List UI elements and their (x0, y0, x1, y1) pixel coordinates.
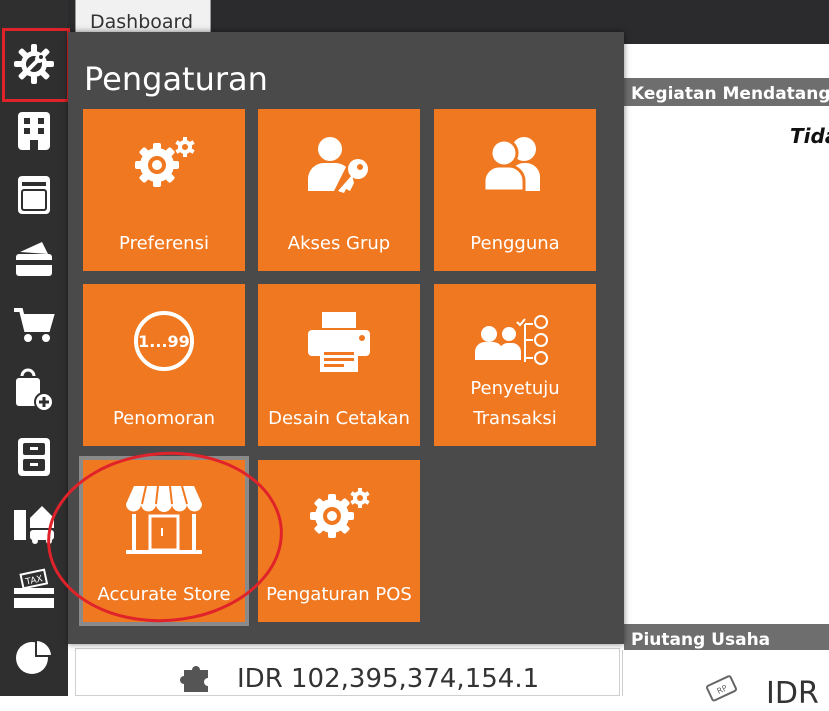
upcoming-activities-text: Tida (790, 124, 829, 148)
tile-pengguna[interactable]: Pengguna (434, 109, 596, 271)
tile-desain-cetakan[interactable]: Desain Cetakan (258, 284, 420, 446)
tile-penyetuju-transaksi[interactable]: Penyetuju Transaksi (434, 284, 596, 446)
printer-icon (258, 308, 420, 374)
selected-indicator (2, 28, 70, 102)
receivables-header: Piutang Usaha (624, 624, 829, 652)
users-icon (434, 133, 596, 197)
ledger-book-icon[interactable] (6, 166, 62, 222)
tile-preferensi[interactable]: Preferensi (83, 109, 245, 271)
popup-title: Pengaturan (84, 60, 268, 98)
approval-flow-icon (434, 314, 596, 370)
tile-label: Pengguna (470, 233, 560, 254)
tile-akses-grup[interactable]: Akses Grup (258, 109, 420, 271)
money-bill-icon: RP (706, 675, 738, 702)
sidebar: TAX (0, 0, 70, 696)
shopping-cart-icon[interactable] (6, 296, 62, 352)
tile-label: Pengaturan POS (266, 584, 412, 605)
building-icon[interactable] (6, 102, 62, 158)
balance-amount: IDR 102,395,374,154.1 (237, 664, 540, 694)
tile-label: Penyetuju Transaksi (434, 374, 596, 434)
tile-label-line-2: Transaksi (473, 408, 557, 429)
receivables-amount: IDR (766, 676, 819, 711)
user-key-icon (258, 133, 420, 197)
tile-penomoran[interactable]: 1...99 Penomoran (83, 284, 245, 446)
upcoming-activities-header: Kegiatan Mendatang (624, 78, 829, 106)
tile-label: Penomoran (112, 408, 216, 429)
numbering-icon: 1...99 (83, 308, 245, 374)
svg-text:1...99: 1...99 (138, 332, 190, 351)
tile-label: Preferensi (119, 233, 209, 254)
shopping-bag-add-icon[interactable] (6, 362, 62, 418)
pie-chart-icon[interactable] (6, 628, 62, 684)
puzzle-icon (180, 666, 208, 692)
cabinet-icon[interactable] (6, 428, 62, 484)
tile-label: Akses Grup (287, 233, 391, 254)
tile-label-line-1: Penyetuju (470, 378, 560, 399)
wallet-cards-icon[interactable] (6, 230, 62, 286)
svg-text:TAX: TAX (24, 574, 44, 588)
tile-label: Desain Cetakan (268, 408, 410, 429)
gears-icon (83, 133, 245, 193)
